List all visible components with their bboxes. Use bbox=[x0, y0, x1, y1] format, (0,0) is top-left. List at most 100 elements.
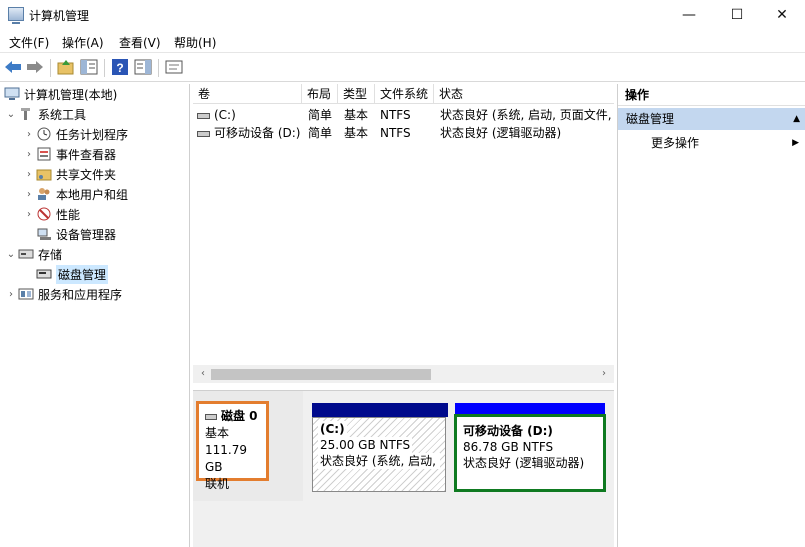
volume-filesystem: NTFS bbox=[380, 126, 411, 140]
disk-info-box[interactable]: 磁盘 0 基本 111.79 GB 联机 bbox=[196, 401, 269, 491]
back-arrow-icon[interactable] bbox=[4, 59, 22, 75]
column-header-layout[interactable]: 布局 bbox=[302, 84, 338, 104]
volume-type: 基本 bbox=[344, 108, 369, 122]
tree-label: 服务和应用程序 bbox=[38, 287, 123, 302]
chevron-right-icon[interactable]: › bbox=[22, 129, 36, 140]
chevron-right-icon[interactable]: › bbox=[22, 189, 36, 200]
column-header-status[interactable]: 状态 bbox=[434, 84, 614, 104]
storage-icon bbox=[18, 249, 34, 259]
volume-pane: 卷 布局 类型 文件系统 状态 (C:) 简单 基本 NTFS 状态良好 (系统… bbox=[193, 84, 614, 547]
services-icon bbox=[18, 288, 34, 300]
shared-folder-icon bbox=[36, 169, 52, 181]
scroll-right-icon[interactable]: › bbox=[596, 366, 612, 382]
table-row[interactable]: (C:) 简单 基本 NTFS 状态良好 (系统, 启动, 页面文件, bbox=[193, 106, 614, 124]
disk-management-icon bbox=[36, 269, 52, 279]
disk-title-row: 磁盘 0 bbox=[205, 408, 260, 425]
disk-name: 磁盘 0 bbox=[221, 409, 258, 423]
disk-size: 111.79 GB bbox=[205, 443, 247, 474]
tree-item-disk-management[interactable]: 磁盘管理 bbox=[36, 264, 109, 284]
help-icon[interactable]: ? bbox=[111, 59, 129, 75]
column-header-type[interactable]: 类型 bbox=[338, 84, 375, 104]
partition-size: 25.00 GB NTFS bbox=[318, 437, 413, 453]
scrollbar-thumb[interactable] bbox=[211, 369, 431, 380]
table-row[interactable]: 可移动设备 (D:) 简单 基本 NTFS 状态良好 (逻辑驱动器) bbox=[193, 124, 614, 142]
tree-item-task-scheduler[interactable]: › 任务计划程序 bbox=[22, 124, 128, 144]
volume-name: 可移动设备 (D:) bbox=[214, 126, 301, 140]
tree-label: 系统工具 bbox=[38, 107, 87, 122]
action-section-disk-management[interactable]: 磁盘管理 ▲ bbox=[618, 108, 805, 130]
menu-file[interactable]: 文件(F) bbox=[9, 34, 49, 51]
chevron-right-icon[interactable]: › bbox=[4, 289, 18, 300]
chevron-down-icon[interactable]: ⌄ bbox=[4, 109, 18, 120]
tree-item-services-apps[interactable]: › 服务和应用程序 bbox=[4, 284, 122, 304]
users-icon bbox=[38, 188, 50, 200]
tree-item-root[interactable]: 计算机管理(本地) bbox=[4, 84, 117, 104]
tree-label: 计算机管理(本地) bbox=[24, 87, 118, 102]
maximize-button[interactable]: ☐ bbox=[714, 0, 760, 30]
partition-d[interactable]: 可移动设备 (D:) 86.78 GB NTFS 状态良好 (逻辑驱动器) bbox=[454, 414, 606, 492]
collapse-icon[interactable]: ▲ bbox=[793, 108, 800, 130]
menu-help[interactable]: 帮助(H) bbox=[174, 34, 216, 51]
tree-item-system-tools[interactable]: ⌄ 系统工具 bbox=[4, 104, 86, 124]
menu-action[interactable]: 操作(A) bbox=[62, 34, 104, 51]
menu-view[interactable]: 查看(V) bbox=[119, 34, 161, 51]
chevron-right-icon[interactable]: › bbox=[22, 169, 36, 180]
show-action-pane-icon[interactable] bbox=[134, 59, 152, 75]
svg-text:?: ? bbox=[116, 61, 123, 75]
menu-bar: 文件(F) 操作(A) 查看(V) 帮助(H) bbox=[0, 30, 805, 52]
tree-item-event-viewer[interactable]: › 事件查看器 bbox=[22, 144, 116, 164]
disk-state: 联机 bbox=[205, 477, 230, 491]
computer-management-icon bbox=[4, 87, 20, 100]
disk-graphical-view: 磁盘 0 基本 111.79 GB 联机 (C:) 25.00 GB NTFS … bbox=[193, 390, 614, 547]
horizontal-scrollbar[interactable]: ‹ › bbox=[193, 365, 614, 383]
action-section-label: 磁盘管理 bbox=[626, 112, 675, 126]
tree-label: 本地用户和组 bbox=[56, 187, 129, 202]
partition-status: 状态良好 (逻辑驱动器) bbox=[463, 456, 585, 470]
up-folder-icon[interactable] bbox=[57, 59, 75, 75]
partition-c[interactable]: (C:) 25.00 GB NTFS 状态良好 (系统, 启动, 页 bbox=[312, 417, 446, 492]
column-header-filesystem[interactable]: 文件系统 bbox=[375, 84, 434, 104]
primary-partition-bar bbox=[312, 403, 448, 417]
toolbar-separator bbox=[158, 59, 159, 77]
show-tree-icon[interactable] bbox=[80, 59, 98, 75]
tree-item-storage[interactable]: ⌄ 存储 bbox=[4, 244, 62, 264]
chevron-right-icon[interactable]: › bbox=[22, 149, 36, 160]
performance-icon bbox=[37, 207, 51, 221]
volume-name: (C:) bbox=[214, 108, 236, 122]
tree-label: 共享文件夹 bbox=[56, 167, 117, 182]
volume-name-cell: 可移动设备 (D:) bbox=[197, 124, 302, 142]
window-title: 计算机管理 bbox=[29, 9, 90, 23]
device-manager-icon bbox=[37, 228, 51, 240]
volume-layout: 简单 bbox=[308, 108, 333, 122]
computer-management-icon bbox=[8, 7, 24, 24]
disk-kind: 基本 bbox=[205, 426, 230, 440]
partition-label: 可移动设备 (D:) bbox=[463, 424, 553, 438]
tree-item-performance[interactable]: › 性能 bbox=[22, 204, 80, 224]
tree-item-device-manager[interactable]: 设备管理器 bbox=[36, 224, 116, 244]
tree-item-local-users[interactable]: › 本地用户和组 bbox=[22, 184, 128, 204]
volume-name-cell: (C:) bbox=[197, 106, 302, 124]
chevron-down-icon[interactable]: ⌄ bbox=[4, 249, 18, 260]
toolbar-separator bbox=[104, 59, 105, 77]
clock-icon bbox=[37, 127, 51, 141]
tree-item-shared-folders[interactable]: › 共享文件夹 bbox=[22, 164, 116, 184]
scroll-left-icon[interactable]: ‹ bbox=[195, 366, 211, 382]
toolbar: ? bbox=[0, 52, 805, 82]
close-button[interactable]: ✕ bbox=[759, 0, 805, 30]
console-tree: 计算机管理(本地) ⌄ 系统工具 › 任务计划程序 › 事件查看器 › 共享文件… bbox=[0, 84, 190, 547]
action-pane-title: 操作 bbox=[618, 84, 805, 106]
chevron-right-icon[interactable]: › bbox=[22, 209, 36, 220]
column-header-volume[interactable]: 卷 bbox=[193, 84, 302, 104]
properties-icon[interactable] bbox=[165, 59, 183, 75]
tree-label: 性能 bbox=[56, 207, 81, 222]
drive-icon bbox=[197, 130, 210, 137]
minimize-button[interactable]: — bbox=[666, 0, 712, 30]
title-bar: 计算机管理 — ☐ ✕ bbox=[0, 0, 805, 30]
partition-label: (C:) bbox=[318, 421, 347, 437]
forward-arrow-icon[interactable] bbox=[26, 59, 44, 75]
tools-icon bbox=[21, 108, 30, 120]
action-pane: 操作 磁盘管理 ▲ 更多操作 ▶ bbox=[617, 84, 805, 547]
toolbar-separator bbox=[50, 59, 51, 77]
submenu-arrow-icon[interactable]: ▶ bbox=[792, 134, 799, 152]
more-actions-item[interactable]: 更多操作 bbox=[651, 134, 699, 152]
